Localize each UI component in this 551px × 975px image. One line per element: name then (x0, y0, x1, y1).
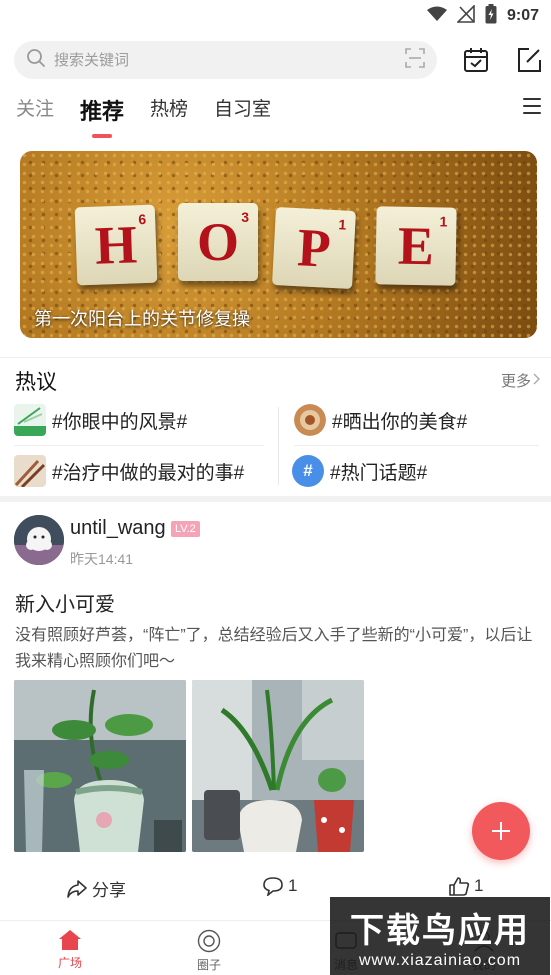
share-label: 分享 (92, 881, 126, 900)
like-button[interactable]: 1 (448, 876, 483, 896)
battery-charging-icon (485, 3, 497, 29)
tab-follow[interactable]: 关注 (16, 94, 54, 121)
search-row (14, 40, 544, 80)
search-icon (26, 48, 46, 73)
tab-hot-list[interactable]: 热榜 (150, 94, 188, 121)
nav-label: 圈子 (196, 958, 221, 972)
divider (0, 357, 551, 358)
topic-item[interactable]: #治疗中做的最对的事# (14, 455, 244, 487)
divider (294, 445, 539, 446)
divider (278, 407, 279, 485)
create-post-button[interactable] (472, 802, 530, 860)
post-body[interactable]: 没有照顾好芦荟，“阵亡”了，总结经验后又入手了些新的“小可爱”，以后让我来精心照… (15, 623, 540, 675)
post-image[interactable] (192, 680, 364, 852)
banner[interactable]: H6 O3 P1 E1 第一次阳台上的关节修复操 (20, 151, 537, 338)
post-title[interactable]: 新入小可爱 (15, 588, 115, 617)
avatar[interactable] (14, 515, 64, 565)
hashtag-icon: # (292, 455, 324, 487)
scan-icon[interactable] (405, 47, 425, 73)
like-count: 1 (474, 876, 484, 895)
circle-icon (197, 929, 221, 953)
chevron-right-icon (533, 372, 541, 389)
username[interactable]: until_wang (70, 517, 166, 540)
status-bar: 9:07 (0, 0, 551, 32)
hot-topics-title: 热议 (15, 371, 57, 394)
topic-thumbnail (14, 404, 46, 436)
nav-label: 广场 (57, 956, 82, 970)
share-button[interactable]: 分享 (66, 876, 126, 901)
comment-button[interactable]: 1 (262, 876, 297, 896)
menu-icon[interactable] (523, 98, 541, 114)
topic-label: #晒出你的美食# (332, 411, 468, 433)
search-input[interactable] (54, 51, 398, 69)
more-label: 更多 (500, 373, 531, 390)
letter-tile: P1 (272, 206, 356, 290)
post-image[interactable] (14, 680, 186, 852)
topic-item[interactable]: #晒出你的美食# (294, 404, 467, 436)
home-icon (59, 930, 81, 950)
banner-caption: 第一次阳台上的关节修复操 (34, 309, 250, 329)
letter-tile: O3 (178, 203, 258, 281)
topic-label: #你眼中的风景# (52, 411, 188, 433)
thumbs-up-icon (449, 877, 470, 896)
no-signal-icon (456, 3, 475, 28)
calendar-checkin-icon[interactable] (461, 45, 490, 75)
topic-item[interactable]: # #热门话题# (292, 455, 427, 487)
nav-square[interactable]: 广场 (30, 929, 110, 971)
comment-icon (263, 877, 283, 896)
watermark: 下载鸟应用 www.xiazainiao.com (330, 897, 550, 975)
topic-thumbnail (294, 404, 326, 436)
status-time: 9:07 (506, 7, 539, 24)
level-badge: LV.2 (171, 521, 200, 537)
wifi-icon (426, 6, 447, 27)
topic-label: #热门话题# (330, 462, 428, 484)
post-time: 昨天14:41 (70, 551, 134, 567)
tab-recommend[interactable]: 推荐 (80, 94, 124, 126)
more-link[interactable]: 更多 (501, 370, 541, 391)
watermark-url: www.xiazainiao.com (358, 951, 522, 969)
topic-label: #治疗中做的最对的事# (52, 462, 245, 484)
search-bar[interactable] (14, 41, 438, 79)
feed-tabs: 关注 推荐 热榜 自习室 (16, 94, 541, 134)
divider (0, 496, 551, 502)
plus-icon (492, 822, 510, 840)
comment-count: 1 (288, 876, 298, 895)
topic-item[interactable]: #你眼中的风景# (14, 404, 187, 436)
nav-circles[interactable]: 圈子 (169, 929, 249, 973)
tab-study-room[interactable]: 自习室 (214, 94, 271, 121)
edit-post-icon[interactable] (515, 45, 544, 75)
letter-tile: E1 (375, 206, 457, 286)
watermark-title: 下载鸟应用 (350, 910, 530, 951)
share-icon (67, 879, 87, 898)
topic-thumbnail (14, 455, 46, 487)
divider (14, 445, 264, 446)
letter-tile: H6 (74, 204, 158, 286)
